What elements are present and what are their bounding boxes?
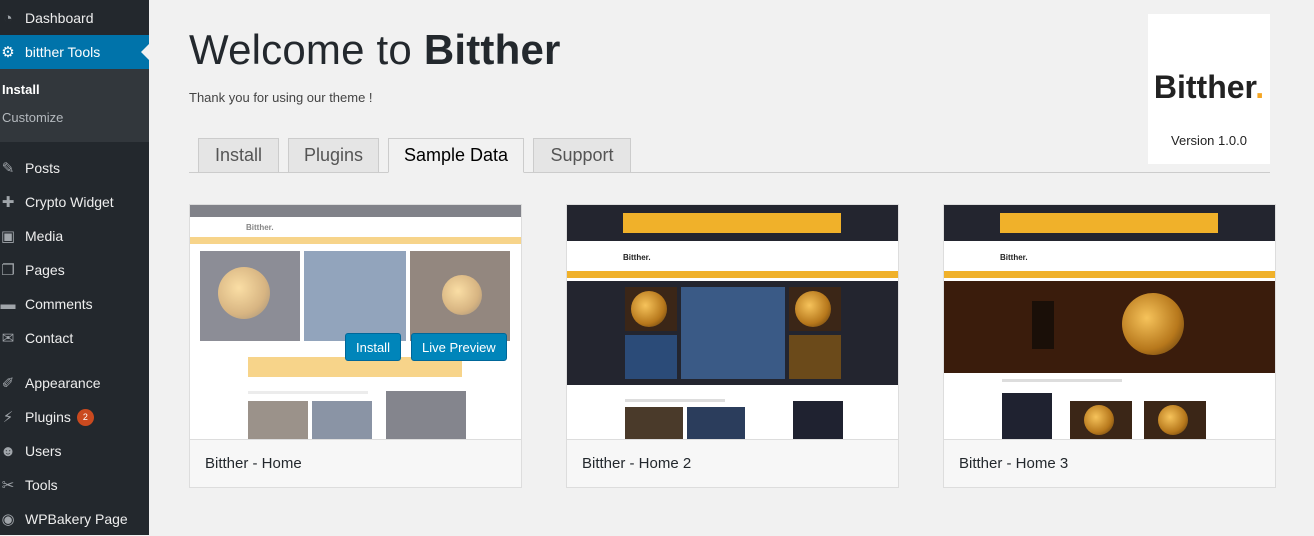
media-icon: ▣	[0, 227, 16, 245]
live-preview-button[interactable]: Live Preview	[411, 333, 507, 361]
brush-icon: ✐	[1, 374, 15, 392]
menu-media[interactable]: ▣ Media	[0, 219, 149, 253]
demo-name: Bitther - Home 2	[567, 439, 898, 487]
plugins-update-badge: 2	[76, 408, 94, 426]
wrench-icon: ✚	[1, 193, 15, 211]
demo-screenshot: Bitther. Install Live Preview	[190, 205, 521, 439]
menu-wpbakery[interactable]: ◉ WPBakery Page	[0, 502, 149, 536]
menu-users[interactable]: ☻ Users	[0, 434, 149, 468]
admin-sidebar: ◔ Dashboard ⚙ bitther Tools Install Cust…	[0, 0, 149, 535]
tab-support[interactable]: Support	[533, 138, 631, 172]
menu-crypto-widget[interactable]: ✚ Crypto Widget	[0, 185, 149, 219]
menu-comments[interactable]: ▬ Comments	[0, 287, 149, 321]
page-subtitle: Thank you for using our theme !	[189, 90, 373, 105]
wpbakery-icon: ◉	[1, 510, 15, 528]
menu-pages[interactable]: ❐ Pages	[0, 253, 149, 287]
pages-icon: ❐	[1, 261, 15, 279]
menu-tools[interactable]: ✂ Tools	[0, 468, 149, 502]
pin-icon: ✎	[1, 159, 15, 177]
tabs-divider	[189, 172, 1270, 173]
bitther-tools-submenu: Install Customize	[0, 69, 149, 142]
theme-version: Version 1.0.0	[1171, 133, 1247, 148]
tab-plugins[interactable]: Plugins	[288, 138, 379, 172]
demo-card-home-3[interactable]: Bitther. Bitther - Home 3	[943, 204, 1276, 488]
plug-icon: ⚡	[2, 408, 14, 426]
menu-posts[interactable]: ✎ Posts	[0, 151, 149, 185]
users-icon: ☻	[0, 442, 16, 460]
menu-contact[interactable]: ✉ Contact	[0, 321, 149, 355]
install-demo-button[interactable]: Install	[345, 333, 401, 361]
menu-dashboard[interactable]: ◔ Dashboard	[0, 1, 149, 35]
submenu-install[interactable]: Install	[2, 82, 40, 97]
theme-logo: Bitther.	[1153, 69, 1265, 105]
tools-icon: ✂	[1, 476, 15, 494]
demo-card-home-2[interactable]: Bitther. Bitther - Home 2	[566, 204, 899, 488]
demo-card-home[interactable]: Bitther. Install Live Preview Bitther - …	[189, 204, 522, 488]
dashboard-icon: ◔	[3, 9, 13, 27]
demo-screenshot: Bitther.	[944, 205, 1275, 439]
demo-screenshot: Bitther.	[567, 205, 898, 439]
menu-bitther-tools[interactable]: ⚙ bitther Tools	[0, 35, 149, 69]
theme-logo-box: Bitther. Version 1.0.0	[1148, 14, 1270, 164]
menu-plugins[interactable]: ⚡ Plugins 2	[0, 400, 149, 434]
demo-name: Bitther - Home 3	[944, 439, 1275, 487]
page-title: Welcome to Bitther	[189, 26, 561, 73]
menu-appearance[interactable]: ✐ Appearance	[0, 366, 149, 400]
tab-install[interactable]: Install	[198, 138, 279, 172]
tab-sample-data[interactable]: Sample Data	[388, 138, 524, 173]
demo-name: Bitther - Home	[190, 439, 521, 487]
mail-icon: ✉	[1, 329, 15, 347]
gear-icon: ⚙	[1, 43, 15, 61]
submenu-customize[interactable]: Customize	[2, 110, 63, 125]
comments-icon: ▬	[0, 295, 16, 313]
